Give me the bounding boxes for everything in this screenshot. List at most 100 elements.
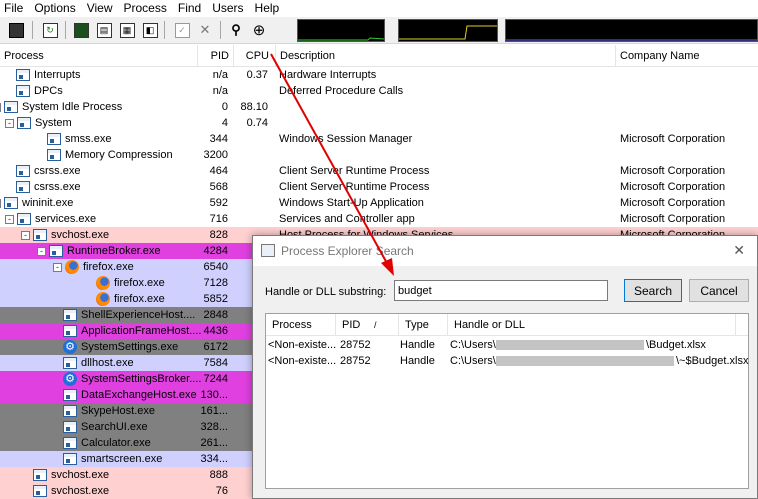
dialog-title-bar[interactable]: Process Explorer Search ✕	[253, 236, 757, 266]
process-pid: 7244	[203, 373, 228, 385]
process-name: SearchUI.exe	[81, 421, 148, 433]
process-pid: 6540	[203, 261, 228, 273]
refresh-icon[interactable]: ↻	[40, 20, 60, 40]
process-row[interactable]: csrss.exe 464 Client Server Runtime Proces…	[0, 163, 758, 179]
process-description: Client Server Runtime Process	[279, 181, 430, 193]
process-pid: 716	[209, 213, 228, 225]
process-name: dllhost.exe	[81, 357, 134, 369]
crosshair-icon[interactable]: ⊕	[249, 20, 269, 40]
process-window-icon	[63, 389, 77, 401]
process-window-icon	[33, 469, 47, 481]
menu-users[interactable]: Users	[207, 0, 249, 17]
menu-options[interactable]: Options	[29, 0, 81, 17]
process-name-cell: - svchost.exe	[21, 227, 109, 243]
search-button[interactable]: Search	[624, 279, 682, 302]
collapse-toggle-icon[interactable]: -	[5, 118, 14, 128]
result-column-handle[interactable]: Handle or DLL	[448, 314, 736, 336]
process-row[interactable]: smss.exe 344 Windows Session Manager Micros…	[0, 131, 758, 147]
substring-input[interactable]	[394, 280, 608, 301]
firefox-icon	[65, 260, 79, 274]
process-name-cell: DPCs	[16, 83, 63, 99]
system-info-icon[interactable]	[71, 20, 91, 40]
process-pid: 5852	[203, 293, 228, 305]
find-window-icon[interactable]: ✓	[172, 20, 192, 40]
close-icon[interactable]: ✕	[733, 242, 745, 259]
process-row[interactable]: - services.exe 716 Services and Controller …	[0, 211, 758, 227]
menu-view[interactable]: View	[82, 0, 119, 17]
collapse-toggle-icon[interactable]: -	[5, 214, 14, 224]
io-graph[interactable]	[505, 19, 758, 42]
process-name: System Idle Process	[22, 101, 123, 113]
process-name-cell: Interrupts	[16, 67, 80, 83]
process-row[interactable]: - System Idle Process 0 88.10	[0, 99, 758, 115]
redaction-bar	[496, 356, 674, 366]
process-name-cell: csrss.exe	[16, 179, 80, 195]
process-name-cell: smartscreen.exe	[63, 451, 162, 467]
column-process[interactable]: Process	[0, 45, 198, 67]
kill-process-icon[interactable]: ✕	[195, 20, 215, 40]
collapse-toggle-icon[interactable]: -	[37, 246, 46, 256]
column-pid[interactable]: PID	[198, 45, 234, 67]
process-name: smss.exe	[65, 133, 112, 145]
memory-graph[interactable]	[398, 19, 498, 42]
process-name-cell: firefox.exe	[96, 275, 165, 291]
process-pid: 4284	[203, 245, 228, 257]
collapse-toggle-icon[interactable]: -	[0, 198, 1, 208]
result-type: Handle	[400, 355, 435, 367]
column-cpu[interactable]: CPU	[234, 45, 276, 67]
process-window-icon	[63, 325, 77, 337]
process-row[interactable]: Interrupts n/a 0.37 Hardware Interrupts	[0, 67, 758, 83]
process-name: ShellExperienceHost....	[81, 309, 196, 321]
column-company[interactable]: Company Name	[616, 45, 758, 67]
io-graph-line	[506, 39, 757, 41]
process-name: SystemSettingsBroker....	[81, 373, 202, 385]
column-description[interactable]: Description	[276, 45, 616, 67]
process-name-cell: Memory Compression	[47, 147, 173, 163]
collapse-toggle-icon[interactable]: -	[53, 262, 62, 272]
result-row[interactable]: <Non-existe... 28752 Handle C:\Users\ \~…	[266, 353, 748, 369]
process-window-icon	[16, 69, 30, 81]
menu-help[interactable]: Help	[250, 0, 286, 17]
process-name-cell: - System Idle Process	[0, 99, 122, 115]
settings-gear-icon: ⚙	[63, 372, 77, 386]
process-description: Deferred Procedure Calls	[279, 85, 404, 97]
process-row[interactable]: DPCs n/a Deferred Procedure Calls	[0, 83, 758, 99]
process-name: Calculator.exe	[81, 437, 151, 449]
process-row[interactable]: csrss.exe 568 Client Server Runtime Proces…	[0, 179, 758, 195]
process-name: svchost.exe	[51, 229, 110, 241]
process-description: Windows Start-Up Application	[279, 197, 424, 209]
cpu-graph[interactable]	[297, 19, 385, 42]
collapse-toggle-icon[interactable]: -	[21, 230, 30, 240]
result-path-prefix: C:\Users\	[450, 355, 496, 367]
process-pid: 261...	[200, 437, 228, 449]
process-name: firefox.exe	[83, 261, 134, 273]
result-column-process[interactable]: Process	[266, 314, 336, 336]
properties-icon[interactable]: ▤	[94, 20, 114, 40]
menu-file[interactable]: File	[0, 0, 29, 17]
process-pid: 592	[209, 197, 228, 209]
process-name-cell: - firefox.exe	[53, 259, 134, 275]
result-process: <Non-existe...	[268, 355, 337, 367]
process-row[interactable]: - System 4 0.74	[0, 115, 758, 131]
process-row[interactable]: - wininit.exe 592 Windows Start-Up Applicat…	[0, 195, 758, 211]
tree-icon[interactable]: ▦	[117, 20, 137, 40]
process-name-cell: svchost.exe	[33, 467, 109, 483]
result-column-pid[interactable]: PID /	[336, 314, 399, 336]
process-description: Hardware Interrupts	[279, 69, 377, 81]
save-icon[interactable]	[6, 20, 26, 40]
process-name: services.exe	[35, 213, 97, 225]
process-row[interactable]: Memory Compression 3200	[0, 147, 758, 163]
result-row[interactable]: <Non-existe... 28752 Handle C:\Users\ \B…	[266, 337, 748, 353]
result-process: <Non-existe...	[268, 339, 337, 351]
result-column-type[interactable]: Type	[399, 314, 448, 336]
menu-find[interactable]: Find	[173, 0, 207, 17]
result-pid: 28752	[340, 339, 371, 351]
binoculars-icon[interactable]: ⚲	[226, 20, 246, 40]
process-name: firefox.exe	[114, 293, 165, 305]
menu-process[interactable]: Process	[119, 0, 173, 17]
collapse-toggle-icon[interactable]: -	[0, 102, 1, 112]
lower-pane-icon[interactable]: ◧	[140, 20, 160, 40]
process-name: RuntimeBroker.exe	[67, 245, 161, 257]
cancel-button[interactable]: Cancel	[689, 279, 749, 302]
process-name-cell: ⚙ SystemSettings.exe	[63, 339, 178, 355]
